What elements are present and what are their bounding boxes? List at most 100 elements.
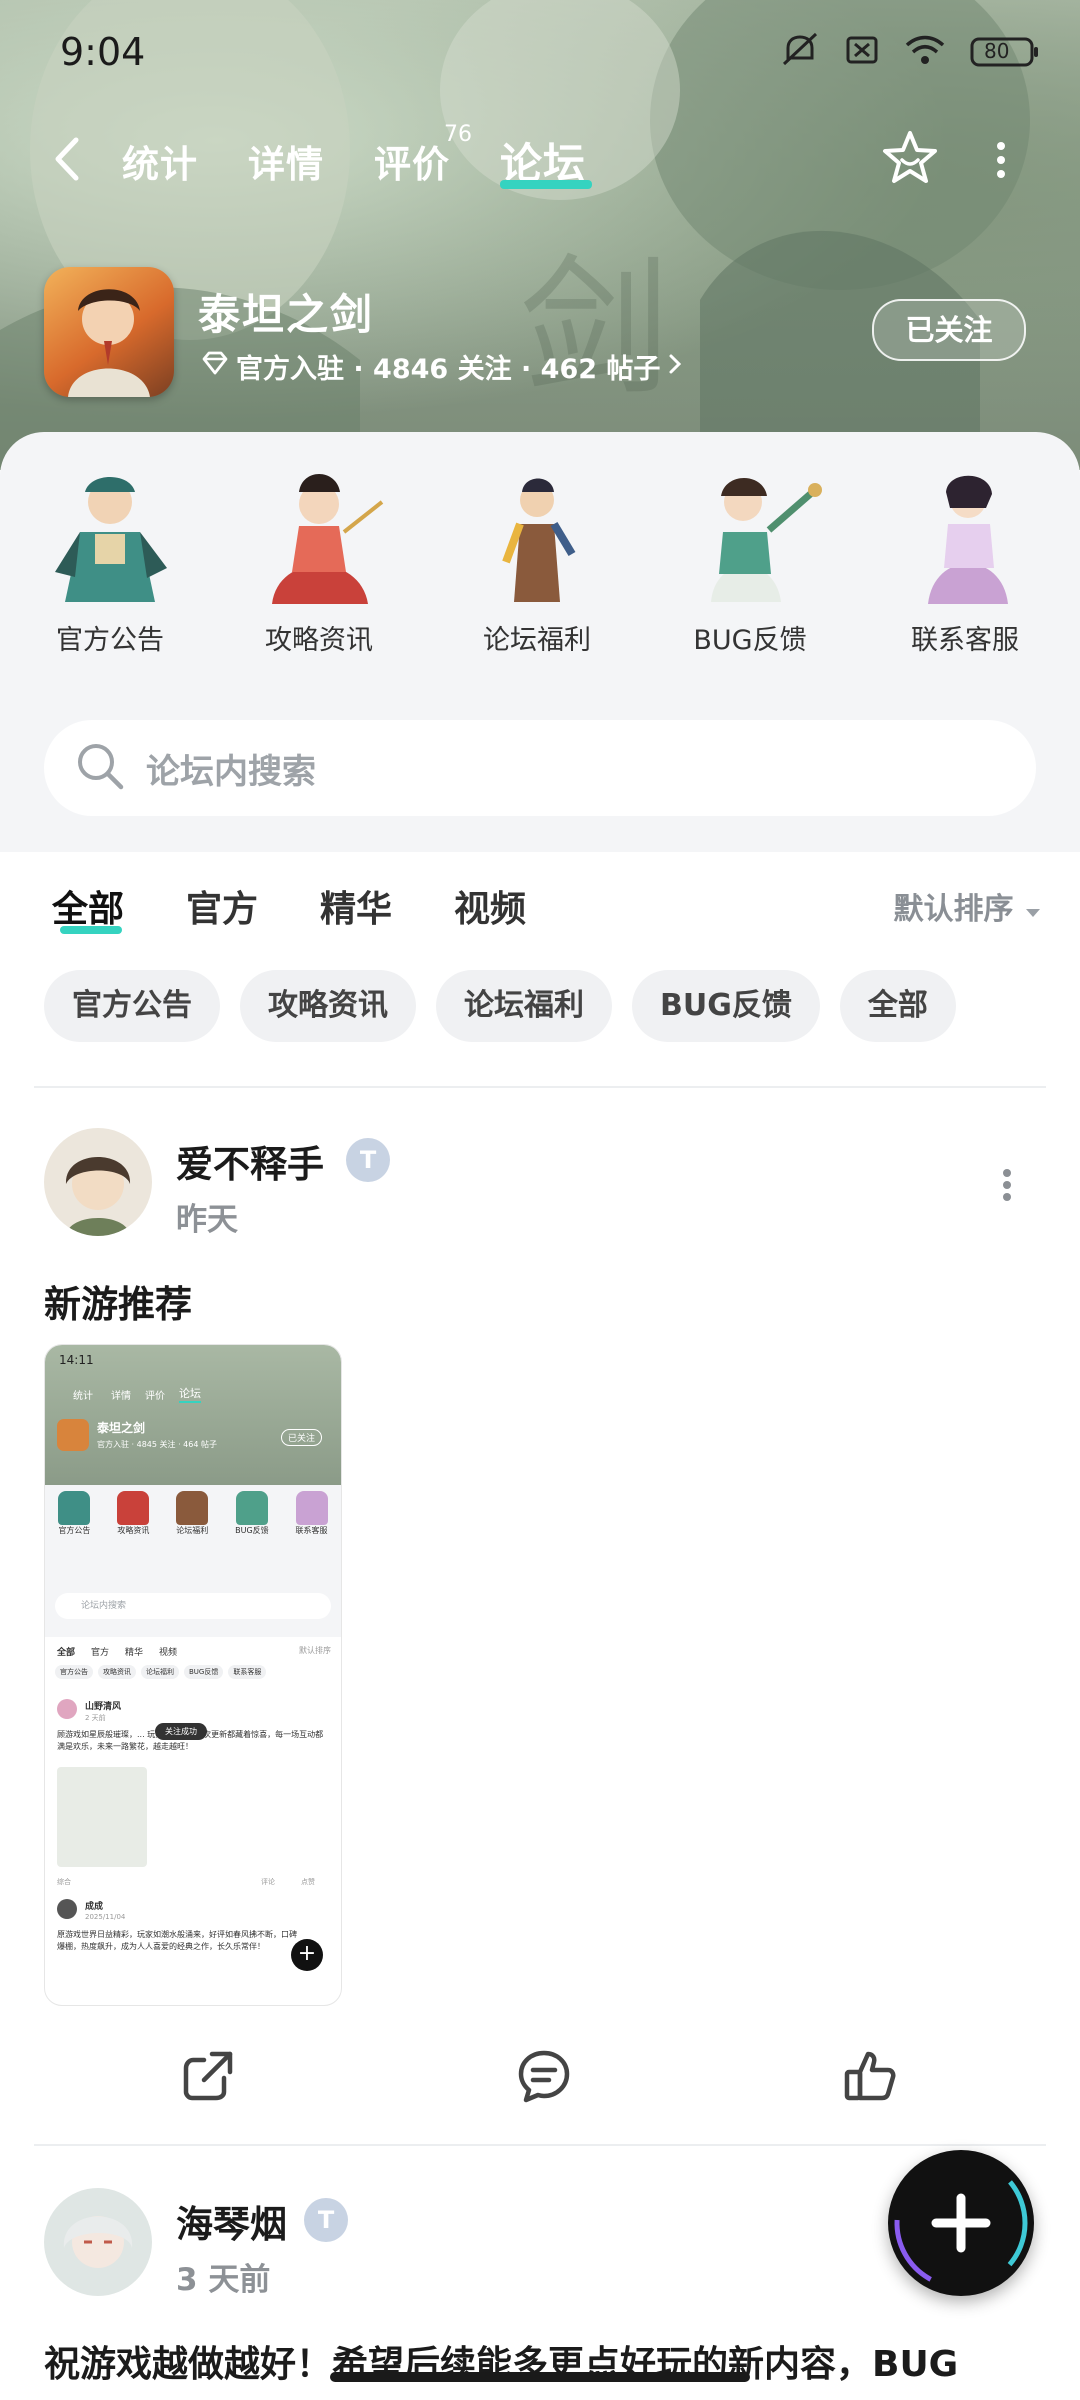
thumb-game-name: 泰坦之剑 bbox=[97, 1421, 146, 1435]
post-title[interactable]: 新游推荐 bbox=[44, 1274, 192, 1328]
filter-tab-all[interactable]: 全部 bbox=[52, 880, 124, 932]
thumb-filter: 官方 bbox=[91, 1648, 110, 1658]
game-info: 泰坦之剑 官方入驻 · 4846 关注 · 462 帖子 已关注 bbox=[44, 265, 1044, 405]
thumb-tab: 论坛 bbox=[179, 1385, 201, 1403]
thumb-avatar bbox=[57, 1699, 77, 1719]
thumb-game-icon bbox=[57, 1419, 89, 1451]
followed-button[interactable]: 已关注 bbox=[872, 299, 1026, 361]
post-image-thumbnail[interactable]: 14:11 统计 详情 评价 论坛 泰坦之剑 官方入驻 · 4845 关注 · … bbox=[44, 1344, 342, 2006]
battery-icon: 80 bbox=[970, 35, 1040, 69]
game-meta-text: 官方入驻 · 4846 关注 · 462 帖子 bbox=[236, 354, 661, 385]
tab-details[interactable]: 详情 bbox=[248, 134, 324, 188]
status-icons: 80 bbox=[780, 32, 1040, 72]
thumb-category: 官方公告 bbox=[58, 1491, 91, 1536]
thumb-filter: 精华 bbox=[125, 1648, 144, 1658]
status-time: 9:04 bbox=[60, 30, 146, 74]
thumb-fab-icon: + bbox=[291, 1939, 323, 1971]
author-name[interactable]: 爱不释手 bbox=[176, 1134, 324, 1188]
favorite-star-icon[interactable] bbox=[880, 128, 940, 192]
category-label: BUG反馈 bbox=[693, 625, 807, 656]
tag-chips: 官方公告 攻略资讯 论坛福利 BUG反馈 全部 bbox=[44, 970, 956, 1042]
thumb-categories: 官方公告 攻略资讯 论坛福利 BUG反馈 联系客服 bbox=[45, 1485, 341, 1536]
thumb-tab: 评价 bbox=[145, 1391, 165, 1402]
category-label: 论坛福利 bbox=[483, 625, 591, 656]
game-stats[interactable]: 官方入驻 · 4846 关注 · 462 帖子 bbox=[202, 347, 682, 386]
category-customer-service[interactable]: 联系客服 bbox=[880, 462, 1050, 657]
avatar[interactable] bbox=[44, 2188, 152, 2296]
mute-icon bbox=[780, 32, 820, 72]
post-time: 昨天 bbox=[176, 1202, 238, 1238]
thumb-filter: 全部 bbox=[57, 1648, 76, 1658]
character-service-icon bbox=[890, 462, 1040, 612]
category-label: 联系客服 bbox=[911, 625, 1019, 656]
filter-tabs: 全部 官方 精华 视频 默认排序 bbox=[0, 870, 1080, 940]
post-divider bbox=[34, 2144, 1046, 2146]
thumb-toast: 关注成功 bbox=[155, 1723, 207, 1740]
thumb-search: 论坛内搜索 bbox=[55, 1593, 331, 1619]
filter-tab-featured[interactable]: 精华 bbox=[320, 880, 392, 932]
tag-badge-icon: T bbox=[346, 1138, 390, 1182]
top-nav: 统计 详情 评价 76 论坛 bbox=[0, 122, 1080, 198]
thumb-avatar bbox=[57, 1899, 77, 1919]
home-indicator[interactable] bbox=[330, 2372, 750, 2382]
thumb-time-ago: 2025/11/04 bbox=[85, 1913, 126, 1921]
thumb-author: 成成 bbox=[85, 1902, 104, 1912]
thumb-filter: 视频 bbox=[159, 1648, 178, 1658]
thumb-tab: 统计 bbox=[73, 1391, 93, 1402]
thumb-category: 攻略资讯 bbox=[117, 1491, 150, 1536]
game-app-icon[interactable] bbox=[44, 267, 174, 397]
plus-icon bbox=[894, 2156, 1028, 2290]
no-sim-icon bbox=[844, 32, 880, 72]
category-grid: 官方公告 攻略资讯 论坛福利 BUG反馈 联系客服 bbox=[0, 462, 1080, 656]
chip-guides[interactable]: 攻略资讯 bbox=[240, 970, 416, 1042]
avatar[interactable] bbox=[44, 1128, 152, 1236]
filter-tab-official[interactable]: 官方 bbox=[186, 880, 258, 932]
character-welfare-icon bbox=[462, 462, 612, 612]
back-arrow-icon[interactable] bbox=[52, 136, 82, 186]
thumb-time-ago: 2 天前 bbox=[85, 1714, 106, 1722]
category-guides[interactable]: 攻略资讯 bbox=[234, 462, 404, 657]
tab-reviews[interactable]: 评价 bbox=[374, 134, 450, 188]
game-title: 泰坦之剑 bbox=[198, 290, 375, 339]
thumb-time: 14:11 bbox=[59, 1353, 94, 1367]
chip-welfare[interactable]: 论坛福利 bbox=[436, 970, 612, 1042]
search-icon bbox=[74, 740, 126, 796]
thumb-follow: 已关注 bbox=[281, 1429, 323, 1446]
caret-down-icon bbox=[1024, 892, 1042, 927]
thumb-category-area: 官方公告 攻略资讯 论坛福利 BUG反馈 联系客服 论坛内搜索 bbox=[45, 1485, 341, 1637]
comment-icon[interactable] bbox=[516, 2048, 572, 2108]
category-label: 官方公告 bbox=[56, 625, 164, 656]
author-name[interactable]: 海琴烟 bbox=[176, 2194, 287, 2248]
category-label: 攻略资讯 bbox=[265, 625, 373, 656]
character-bug-icon bbox=[675, 462, 825, 612]
sort-dropdown[interactable]: 默认排序 bbox=[894, 884, 1042, 928]
forum-panel: 官方公告 攻略资讯 论坛福利 BUG反馈 联系客服 论坛内搜索 bbox=[0, 432, 1080, 852]
thumb-category: BUG反馈 bbox=[235, 1491, 269, 1536]
thumb-author: 山野清风 bbox=[85, 1702, 122, 1712]
category-official-notice[interactable]: 官方公告 bbox=[25, 462, 195, 657]
thumb-category: 联系客服 bbox=[295, 1491, 328, 1536]
chip-official-notice[interactable]: 官方公告 bbox=[44, 970, 220, 1042]
category-welfare[interactable]: 论坛福利 bbox=[452, 462, 622, 657]
thumb-like: 点赞 bbox=[301, 1878, 315, 1886]
thumb-feed: 全部 官方 精华 视频 默认排序 官方公告 攻略资讯 论坛福利 BUG反馈 联系… bbox=[45, 1637, 341, 2005]
sort-label: 默认排序 bbox=[893, 892, 1014, 927]
category-bug-report[interactable]: BUG反馈 bbox=[665, 462, 835, 657]
chevron-right-icon bbox=[668, 351, 682, 382]
search-placeholder: 论坛内搜索 bbox=[146, 751, 316, 792]
forum-search-bar[interactable]: 论坛内搜索 bbox=[44, 720, 1036, 816]
thumb-tab: 详情 bbox=[111, 1391, 131, 1402]
thumb-footer: 综合 bbox=[57, 1878, 71, 1886]
chip-all[interactable]: 全部 bbox=[839, 970, 956, 1042]
post-more-icon[interactable] bbox=[1000, 1168, 1014, 1206]
create-post-button[interactable] bbox=[888, 2150, 1034, 2296]
active-tab-indicator bbox=[500, 180, 592, 189]
filter-tab-video[interactable]: 视频 bbox=[454, 880, 526, 932]
tab-stats[interactable]: 统计 bbox=[122, 134, 198, 188]
more-options-icon[interactable] bbox=[994, 140, 1008, 184]
share-icon[interactable] bbox=[180, 2048, 236, 2108]
chip-bug-report[interactable]: BUG反馈 bbox=[632, 970, 820, 1042]
like-icon[interactable] bbox=[842, 2048, 898, 2108]
thumb-comment: 评论 bbox=[261, 1878, 275, 1886]
post-actions bbox=[0, 2040, 1080, 2120]
